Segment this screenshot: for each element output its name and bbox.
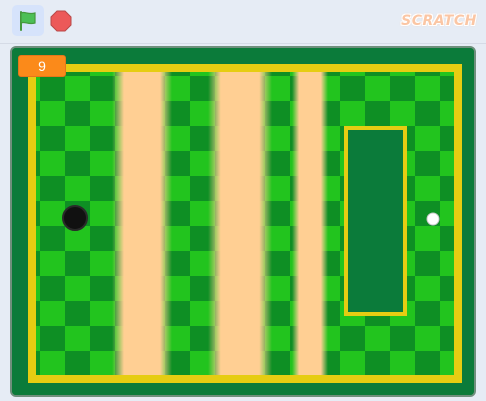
golf-course: [12, 48, 474, 395]
sand-trap-2: [208, 72, 272, 375]
stage[interactable]: [10, 46, 476, 397]
stop-button[interactable]: [48, 8, 74, 34]
water-block-obstacle: [344, 126, 407, 316]
stage-toolbar: SCRATCH: [0, 0, 486, 44]
golf-ball[interactable]: [426, 212, 440, 226]
stop-sign-icon: [50, 10, 72, 32]
green-flag-button[interactable]: [12, 5, 44, 36]
score-display: 9: [18, 55, 66, 77]
scratch-logo: SCRATCH: [401, 9, 476, 33]
sand-trap-3: [292, 72, 328, 375]
golf-hole: [62, 205, 88, 231]
green-flag-icon: [20, 10, 36, 31]
scratch-logo-text: SCRATCH: [401, 13, 477, 29]
sand-trap-1: [112, 72, 172, 375]
